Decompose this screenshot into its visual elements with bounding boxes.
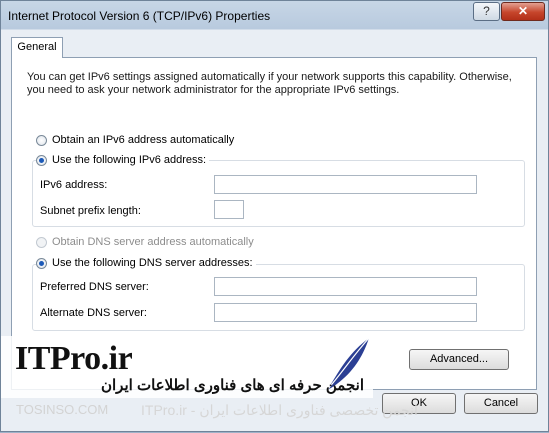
alternate-dns-input[interactable] xyxy=(214,303,477,322)
radio-ipv6-manual[interactable]: Use the following IPv6 address: xyxy=(36,154,210,166)
title-bar[interactable]: Internet Protocol Version 6 (TCP/IPv6) P… xyxy=(1,1,548,29)
ok-button[interactable]: OK xyxy=(382,393,456,414)
help-button[interactable]: ? xyxy=(473,2,500,21)
cancel-button[interactable]: Cancel xyxy=(464,393,538,414)
subnet-prefix-input[interactable] xyxy=(214,200,244,219)
tab-general[interactable]: General xyxy=(11,37,63,58)
advanced-button[interactable]: Advanced... xyxy=(409,349,509,370)
ipv6-address-label: IPv6 address: xyxy=(40,179,108,191)
radio-dns-auto-label: Obtain DNS server address automatically xyxy=(52,236,254,248)
dialog-window: Internet Protocol Version 6 (TCP/IPv6) P… xyxy=(0,0,549,432)
radio-dns-manual-indicator[interactable] xyxy=(36,257,47,269)
close-button[interactable]: ✕ xyxy=(501,2,545,21)
ipv6-address-input[interactable] xyxy=(214,175,477,194)
intro-text: You can get IPv6 settings assigned autom… xyxy=(27,71,512,96)
radio-ipv6-auto-label: Obtain an IPv6 address automatically xyxy=(52,134,235,146)
watermark-bottom-text: انجمن تخصصی فناوری اطلاعات ایران - ITPro… xyxy=(141,402,418,418)
alternate-dns-label: Alternate DNS server: xyxy=(40,307,147,319)
preferred-dns-input[interactable] xyxy=(214,277,477,296)
preferred-dns-label: Preferred DNS server: xyxy=(40,281,149,293)
radio-dns-manual-label: Use the following DNS server addresses: xyxy=(52,257,253,269)
radio-ipv6-auto-indicator[interactable] xyxy=(36,134,47,146)
window-title: Internet Protocol Version 6 (TCP/IPv6) P… xyxy=(8,9,271,23)
general-tab-panel: You can get IPv6 settings assigned autom… xyxy=(11,57,537,390)
radio-dns-manual[interactable]: Use the following DNS server addresses: xyxy=(36,257,256,269)
watermark-site: TOSINSO.COM xyxy=(16,402,109,417)
radio-dns-auto-indicator xyxy=(36,236,47,248)
radio-ipv6-manual-indicator[interactable] xyxy=(36,154,47,166)
watermark-bottom-strip: TOSINSO.COM انجمن تخصصی فناوری اطلاعات ا… xyxy=(1,398,418,420)
radio-ipv6-auto[interactable]: Obtain an IPv6 address automatically xyxy=(36,134,238,146)
subnet-prefix-label: Subnet prefix length: xyxy=(40,205,141,217)
radio-ipv6-manual-label: Use the following IPv6 address: xyxy=(52,154,207,166)
radio-dns-auto: Obtain DNS server address automatically xyxy=(36,236,257,248)
